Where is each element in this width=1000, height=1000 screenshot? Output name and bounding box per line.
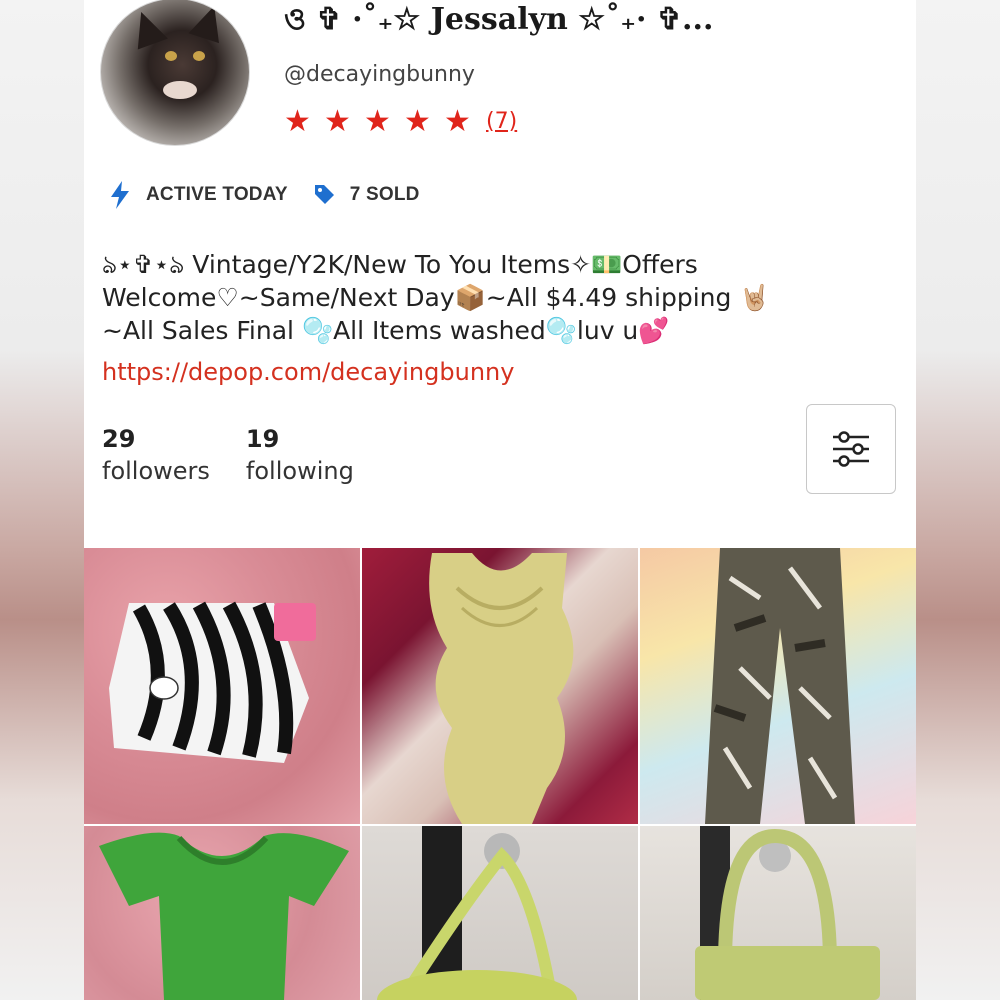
profile-panel: ও ✞ ·˚₊☆ Jessalyn ☆˚₊· ✞... @decayingbun… bbox=[84, 0, 916, 1000]
camo-pants-image bbox=[705, 548, 855, 824]
bio-line: ঌ⋆✞⋆ঌ Vintage/Y2K/New To You Items✧💵Offe… bbox=[102, 250, 698, 279]
bio: ঌ⋆✞⋆ঌ Vintage/Y2K/New To You Items✧💵Offe… bbox=[102, 248, 902, 347]
listing-green-shoulder-bag[interactable] bbox=[362, 826, 638, 1000]
green-top-image bbox=[99, 832, 349, 1000]
profile-link[interactable]: https://depop.com/decayingbunny bbox=[102, 355, 514, 389]
followers-count: 29 bbox=[102, 425, 136, 453]
star-icon: ★ bbox=[404, 104, 431, 139]
handbag-image bbox=[695, 826, 880, 1000]
following-count: 19 bbox=[245, 425, 280, 453]
listing-camo-pants[interactable] bbox=[640, 548, 916, 824]
rating-count-link[interactable]: (7) bbox=[486, 104, 517, 140]
listing-zebra-skirt[interactable] bbox=[84, 548, 360, 824]
listing-grid bbox=[84, 548, 916, 1000]
shoulder-bag-image bbox=[377, 826, 577, 1000]
avatar-ear bbox=[188, 0, 230, 44]
followers-stat[interactable]: 29 followers bbox=[102, 424, 210, 488]
active-status: ACTIVE TODAY bbox=[146, 184, 288, 205]
listing-green-top[interactable] bbox=[84, 826, 360, 1000]
listing-green-handbag[interactable] bbox=[640, 826, 916, 1000]
lightning-icon bbox=[111, 181, 129, 209]
bio-line: ~All Sales Final 🫧All Items washed🫧luv u… bbox=[102, 316, 670, 345]
username: @decayingbunny bbox=[284, 62, 475, 87]
followers-label: followers bbox=[102, 457, 210, 485]
following-stat[interactable]: 19 following bbox=[246, 424, 354, 488]
star-icon: ★ bbox=[444, 104, 471, 139]
display-name: ও ✞ ·˚₊☆ Jessalyn ☆˚₊· ✞... bbox=[284, 2, 714, 37]
avatar-paw bbox=[163, 81, 197, 99]
bio-line: Welcome♡~Same/Next Day📦~All $4.49 shippi… bbox=[102, 283, 771, 312]
rating[interactable]: ★ ★ ★ ★ ★ (7) bbox=[284, 104, 517, 140]
avatar[interactable] bbox=[100, 0, 250, 146]
star-icon: ★ bbox=[284, 104, 311, 139]
avatar-eye bbox=[165, 51, 177, 61]
follow-stats: 29 followers 19 following bbox=[102, 424, 390, 488]
avatar-eye bbox=[193, 51, 205, 61]
tag-icon bbox=[314, 185, 334, 204]
seller-meta: ACTIVE TODAY 7 SOLD bbox=[108, 178, 444, 212]
star-icon: ★ bbox=[324, 104, 351, 139]
avatar-ear bbox=[126, 6, 168, 50]
following-label: following bbox=[245, 457, 354, 485]
listing-yellow-top[interactable] bbox=[362, 548, 638, 824]
yellow-top-image bbox=[429, 553, 574, 824]
filter-button[interactable] bbox=[806, 404, 896, 494]
star-icon: ★ bbox=[364, 104, 391, 139]
sold-count: 7 SOLD bbox=[349, 184, 420, 205]
sliders-icon bbox=[833, 431, 869, 467]
zebra-skirt-image bbox=[109, 601, 316, 763]
